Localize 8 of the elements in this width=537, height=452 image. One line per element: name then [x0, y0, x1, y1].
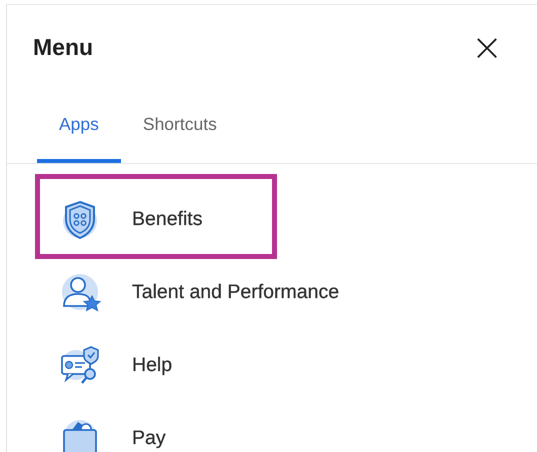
app-item[interactable]: Talent and Performance	[7, 255, 537, 328]
app-item[interactable]: Help	[7, 328, 537, 401]
close-button[interactable]: ×	[467, 28, 507, 66]
app-item[interactable]: Pay	[7, 401, 537, 452]
app-item[interactable]: Benefits	[7, 182, 537, 255]
tab[interactable]: Apps	[37, 114, 121, 163]
menu-title: Menu	[33, 34, 94, 60]
tab[interactable]: Shortcuts	[120, 114, 239, 163]
